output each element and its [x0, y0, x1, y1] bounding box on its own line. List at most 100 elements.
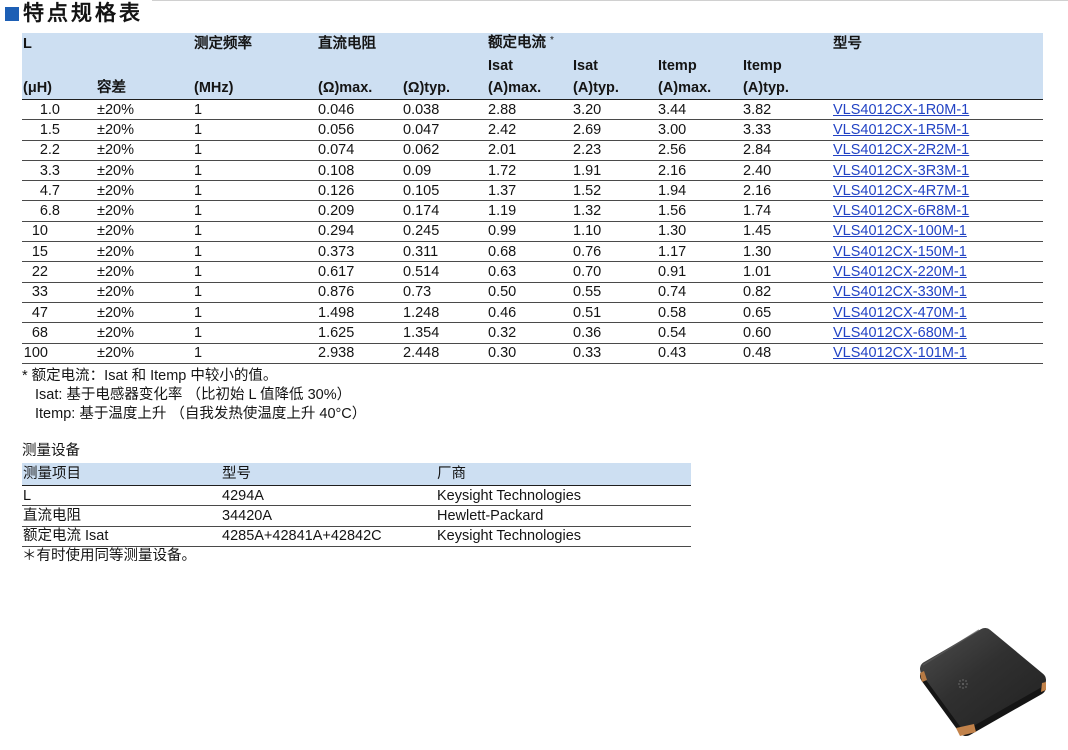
header-part-number: 型号	[833, 36, 862, 52]
header-row-3: (μH) 容差 (MHz) (Ω)max. (Ω)typ. (A)max. (A…	[22, 77, 1043, 99]
spec-row: 6.8 ±20% 1 0.209 0.174 1.19 1.32 1.56 1.74 VLS401…	[22, 201, 1043, 222]
isat-typ-cell: 0.51	[573, 304, 602, 321]
part-number-cell: VLS4012CX-470M-1	[832, 304, 1043, 322]
test-frequency-cell: 1	[194, 182, 203, 199]
part-number-link[interactable]: VLS4012CX-101M-1	[833, 345, 967, 361]
rdc-max-cell: 2.938	[318, 345, 355, 362]
part-number-link[interactable]: VLS4012CX-1R5M-1	[833, 122, 969, 138]
equipment-table: 测量项目 型号 厂商 L 4294A Keysight Technologies 直流…	[22, 463, 691, 547]
header-isat-max-unit: (A)max.	[488, 80, 542, 96]
inductance-cell: 100	[23, 345, 48, 362]
model-cell: 4285A+42841A+42842C	[222, 528, 382, 545]
manufacturer-cell: Keysight Technologies	[437, 528, 582, 545]
itemp-max-cell: 0.54	[658, 324, 687, 341]
part-number-link[interactable]: VLS4012CX-100M-1	[833, 223, 967, 239]
tolerance-cell: ±20%	[97, 162, 134, 179]
measurement-item-cell: L	[23, 487, 32, 504]
isat-typ-cell: 0.70	[573, 264, 602, 281]
itemp-typ-cell: 3.33	[743, 121, 772, 138]
isat-max-cell: 0.50	[488, 284, 517, 301]
spec-row: 1.0 ±20% 1 0.046 0.038 2.88 3.20 3.44 3.82 VLS401…	[22, 100, 1043, 121]
isat-typ-cell: 0.33	[573, 345, 602, 362]
tolerance-cell: ±20%	[97, 121, 134, 138]
part-number-link[interactable]: VLS4012CX-220M-1	[833, 264, 967, 280]
test-frequency-cell: 1	[194, 304, 203, 321]
spec-row: 33 ±20% 1 0.876 0.73 0.50 0.55 0.74 0.82 VLS4012C…	[22, 283, 1043, 303]
part-number-link[interactable]: VLS4012CX-4R7M-1	[833, 183, 969, 199]
spec-row: 100 ±20% 1 2.938 2.448 0.30 0.33 0.43 0.48 VLS401…	[22, 344, 1043, 364]
itemp-max-cell: 0.58	[658, 304, 687, 321]
test-frequency-cell: 1	[194, 223, 203, 240]
footnote-itemp: Itemp: 基于温度上升 （自我发热使温度上升 40°C）	[35, 406, 367, 422]
tolerance-cell: ±20%	[97, 284, 134, 301]
rdc-max-cell: 0.126	[318, 182, 355, 199]
inductance-cell: 33	[31, 284, 48, 301]
footnote-mark: *	[550, 35, 554, 46]
itemp-max-cell: 1.30	[658, 223, 687, 240]
rdc-typ-cell: 0.311	[403, 243, 439, 260]
itemp-typ-cell: 2.16	[743, 182, 772, 199]
tolerance-cell: ±20%	[97, 304, 134, 321]
header-row-1: L 测定频率 直流电阻 额定电流 * 型号	[22, 33, 1043, 55]
test-frequency-cell: 1	[194, 324, 203, 341]
rdc-typ-cell: 0.038	[403, 101, 440, 118]
spec-row: 68 ±20% 1 1.625 1.354 0.32 0.36 0.54 0.60 VLS4012…	[22, 323, 1043, 344]
rdc-typ-cell: 0.062	[403, 142, 440, 159]
inductance-cell: 6.8	[39, 203, 60, 220]
inductance-cell: 10	[31, 223, 48, 240]
part-number-cell: VLS4012CX-3R3M-1	[832, 162, 1043, 180]
isat-max-cell: 0.46	[488, 304, 517, 321]
top-rule	[152, 0, 1068, 1]
part-number-link[interactable]: VLS4012CX-3R3M-1	[833, 163, 969, 179]
itemp-max-cell: 3.00	[658, 121, 687, 138]
header-itemp-max: Itemp	[658, 58, 697, 74]
itemp-max-cell: 3.44	[658, 101, 687, 118]
tolerance-cell: ±20%	[97, 182, 134, 199]
rdc-max-cell: 0.108	[318, 162, 355, 179]
spec-row: 47 ±20% 1 1.498 1.248 0.46 0.51 0.58 0.65 VLS4012…	[22, 303, 1043, 324]
rdc-max-cell: 0.056	[318, 121, 355, 138]
test-frequency-cell: 1	[194, 162, 203, 179]
rdc-max-cell: 0.046	[318, 101, 355, 118]
header-isat-typ-unit: (A)typ.	[573, 80, 619, 96]
itemp-typ-cell: 1.45	[743, 223, 772, 240]
part-number-link[interactable]: VLS4012CX-150M-1	[833, 244, 967, 260]
part-number-link[interactable]: VLS4012CX-2R2M-1	[833, 142, 969, 158]
footnotes: * 额定电流：Isat 和 Itemp 中较小的值。 Isat: 基于电感器变化…	[22, 367, 366, 424]
spec-table-body: 1.0 ±20% 1 0.046 0.038 2.88 3.20 3.44 3.82 VLS401…	[22, 100, 1043, 364]
rdc-typ-cell: 2.448	[403, 345, 440, 362]
tolerance-cell: ±20%	[97, 142, 134, 159]
part-number-link[interactable]: VLS4012CX-470M-1	[833, 305, 967, 321]
model-cell: 4294A	[222, 487, 264, 504]
itemp-typ-cell: 2.84	[743, 142, 772, 159]
itemp-max-cell: 0.43	[658, 345, 687, 362]
itemp-typ-cell: 0.48	[743, 345, 772, 362]
tolerance-cell: ±20%	[97, 345, 134, 362]
equipment-title: 测量设备	[22, 443, 80, 459]
isat-typ-cell: 1.10	[573, 223, 602, 240]
isat-typ-cell: 2.69	[573, 121, 602, 138]
part-number-cell: VLS4012CX-330M-1	[832, 283, 1043, 301]
rdc-typ-cell: 0.514	[403, 264, 440, 281]
isat-max-cell: 0.32	[488, 324, 517, 341]
tolerance-cell: ±20%	[97, 203, 134, 220]
header-itemp-typ-unit: (A)typ.	[743, 80, 789, 96]
spec-row: 4.7 ±20% 1 0.126 0.105 1.37 1.52 1.94 2.16 VLS401…	[22, 181, 1043, 202]
part-number-cell: VLS4012CX-220M-1	[832, 263, 1043, 281]
isat-typ-cell: 1.91	[573, 162, 602, 179]
part-number-link[interactable]: VLS4012CX-1R0M-1	[833, 102, 969, 118]
tolerance-cell: ±20%	[97, 223, 134, 240]
rdc-typ-cell: 0.73	[403, 284, 432, 301]
itemp-typ-cell: 2.40	[743, 162, 772, 179]
part-number-cell: VLS4012CX-680M-1	[832, 324, 1043, 342]
part-number-cell: VLS4012CX-4R7M-1	[832, 182, 1043, 200]
header-model: 型号	[222, 466, 251, 482]
itemp-max-cell: 1.56	[658, 203, 687, 220]
inductance-cell: 15	[31, 243, 48, 260]
part-number-link[interactable]: VLS4012CX-6R8M-1	[833, 203, 969, 219]
inductance-cell: 4.7	[39, 182, 60, 199]
part-number-link[interactable]: VLS4012CX-680M-1	[833, 325, 967, 341]
tolerance-cell: ±20%	[97, 324, 134, 341]
part-number-link[interactable]: VLS4012CX-330M-1	[833, 284, 967, 300]
isat-typ-cell: 2.23	[573, 142, 602, 159]
